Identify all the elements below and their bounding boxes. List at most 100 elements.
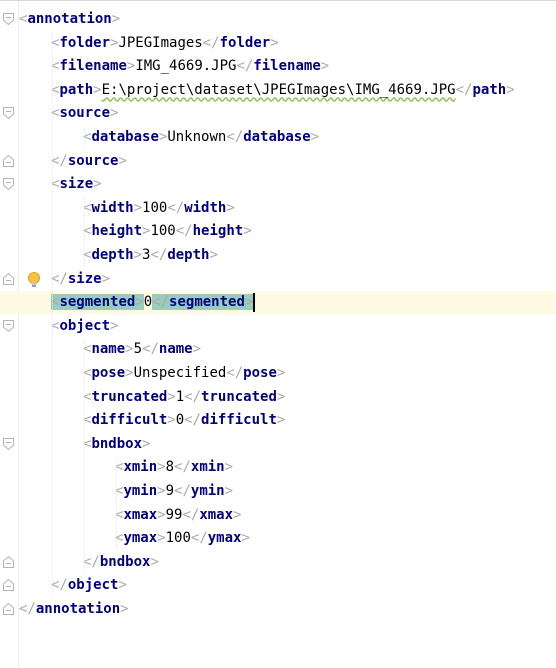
tag-name: folder xyxy=(59,34,111,51)
xml-element[interactable]: <path>E:\project\dataset\JPEGImages\IMG_… xyxy=(51,79,515,102)
xml-element[interactable]: </object> xyxy=(51,574,127,597)
close-tag: </difficult> xyxy=(184,412,285,428)
xml-element[interactable]: <width>100</width> xyxy=(83,197,235,220)
fold-marker-icon[interactable] xyxy=(3,555,14,568)
xml-element[interactable]: <xmax>99</xmax> xyxy=(115,504,241,527)
tag-name: difficult xyxy=(91,412,168,429)
code-line[interactable]: <source> xyxy=(0,102,556,125)
code-line[interactable]: <path>E:\project\dataset\JPEGImages\IMG_… xyxy=(0,79,556,102)
tag-name: xmin xyxy=(190,459,225,476)
open-tag: <path> xyxy=(51,82,102,98)
tag-name: segmented xyxy=(59,294,136,311)
tag-bracket: </ xyxy=(51,270,68,287)
xml-element[interactable]: <filename>IMG_4669.JPG</filename> xyxy=(51,55,329,78)
tag-bracket: > xyxy=(192,341,202,358)
tag-name: path xyxy=(59,81,94,98)
tag-bracket: > xyxy=(276,388,286,405)
open-tag: <depth> xyxy=(83,247,142,263)
xml-element[interactable]: <bndbox> xyxy=(83,433,150,456)
tag-bracket: > xyxy=(110,105,119,122)
code-line[interactable]: </annotation> xyxy=(0,598,556,621)
code-line[interactable]: <folder>JPEGImages</folder> xyxy=(0,32,556,55)
close-tag: </database> xyxy=(226,129,319,145)
tag-bracket: </ xyxy=(202,34,220,51)
xml-element[interactable]: </size> xyxy=(51,268,110,291)
xml-element[interactable]: <name>5</name> xyxy=(83,338,201,361)
fold-marker-icon[interactable] xyxy=(3,13,14,25)
open-tag: <segmented> xyxy=(51,294,144,311)
close-tag: </xmin> xyxy=(174,459,233,475)
tag-name: filename xyxy=(59,58,127,75)
code-line[interactable]: </source> xyxy=(0,150,556,173)
xml-element[interactable]: <source> xyxy=(51,102,118,125)
fold-marker-icon[interactable] xyxy=(3,178,14,191)
code-line[interactable]: </size> xyxy=(0,268,556,291)
xml-element[interactable]: <truncated>1</truncated> xyxy=(83,386,285,409)
tag-bracket: </ xyxy=(175,223,193,240)
fold-marker-icon[interactable] xyxy=(3,107,14,120)
xml-element[interactable]: <annotation> xyxy=(19,8,120,31)
xml-element[interactable]: </bndbox> xyxy=(83,551,159,574)
close-tag: </annotation> xyxy=(19,601,129,617)
tag-bracket: </ xyxy=(184,388,202,405)
tag-bracket: > xyxy=(101,270,111,287)
open-tag: <width> xyxy=(83,200,142,216)
fold-marker-icon[interactable] xyxy=(3,437,14,450)
tag-bracket: > xyxy=(224,483,234,499)
xml-element[interactable]: <ymin>9</ymin> xyxy=(115,480,233,503)
fold-marker-icon[interactable] xyxy=(3,603,14,615)
tag-bracket: </ xyxy=(152,294,170,311)
xml-element[interactable]: <size> xyxy=(51,173,102,196)
fold-marker-icon[interactable] xyxy=(3,319,14,332)
close-tag: </xmax> xyxy=(182,507,241,523)
element-value: 100 xyxy=(150,223,176,240)
xml-element[interactable]: <database>Unknown</database> xyxy=(83,126,319,149)
code-line[interactable]: <object> xyxy=(0,315,556,338)
tag-bracket: > xyxy=(150,553,159,570)
tag-name: xmax xyxy=(199,506,234,523)
code-line[interactable]: <size> xyxy=(0,173,556,196)
tag-bracket: </ xyxy=(83,553,100,570)
xml-element[interactable]: </annotation> xyxy=(19,598,129,621)
tag-name: height xyxy=(91,223,143,240)
xml-element[interactable]: <object> xyxy=(51,315,118,338)
xml-element[interactable]: <height>100</height> xyxy=(83,220,252,243)
element-value: 5 xyxy=(133,341,143,358)
fold-marker-icon[interactable] xyxy=(3,579,14,592)
open-tag: <truncated> xyxy=(83,389,176,405)
tag-bracket: > xyxy=(209,247,218,263)
xml-element[interactable]: </source> xyxy=(51,150,127,173)
tag-bracket: > xyxy=(167,388,176,405)
tag-bracket: </ xyxy=(182,506,200,523)
xml-element[interactable]: <xmin>8</xmin> xyxy=(115,456,233,479)
tag-name: annotation xyxy=(35,601,121,617)
code-line[interactable]: <filename>IMG_4669.JPG</filename> xyxy=(0,55,556,78)
lightbulb-icon[interactable] xyxy=(25,271,43,289)
code-line[interactable]: </object> xyxy=(0,574,556,597)
xml-element[interactable]: <depth>3</depth> xyxy=(83,244,218,267)
tag-name: source xyxy=(59,105,111,122)
xml-editor[interactable]: <annotation> <folder>JPEGImages</folder> <… xyxy=(0,0,556,668)
close-tag: </width> xyxy=(167,200,234,216)
element-value: E:\project\dataset\JPEGImages\IMG_4669.J… xyxy=(101,81,456,98)
xml-element[interactable]: <segmented>0</segmented> xyxy=(51,291,256,314)
tag-name: depth xyxy=(91,247,134,263)
tag-bracket: </ xyxy=(51,577,68,594)
tag-bracket: > xyxy=(157,459,166,476)
tag-bracket: > xyxy=(125,365,134,381)
open-tag: <source> xyxy=(51,105,118,121)
fold-marker-icon[interactable] xyxy=(3,154,14,167)
xml-element[interactable]: <ymax>100</ymax> xyxy=(115,527,250,550)
code-line[interactable]: <annotation> xyxy=(0,8,556,31)
tag-bracket: > xyxy=(310,129,320,145)
open-tag: <size> xyxy=(51,176,102,192)
element-value: 99 xyxy=(165,506,183,523)
close-tag: </height> xyxy=(176,223,252,239)
xml-element[interactable]: <pose>Unspecified</pose> xyxy=(83,362,285,385)
xml-element[interactable]: <folder>JPEGImages</folder> xyxy=(51,32,279,55)
fold-marker-icon[interactable] xyxy=(3,272,14,285)
tag-bracket: > xyxy=(157,530,166,547)
code-line[interactable]: <segmented>0</segmented> xyxy=(0,291,556,315)
xml-element[interactable]: <difficult>0</difficult> xyxy=(83,409,285,432)
open-tag: <height> xyxy=(83,223,150,239)
